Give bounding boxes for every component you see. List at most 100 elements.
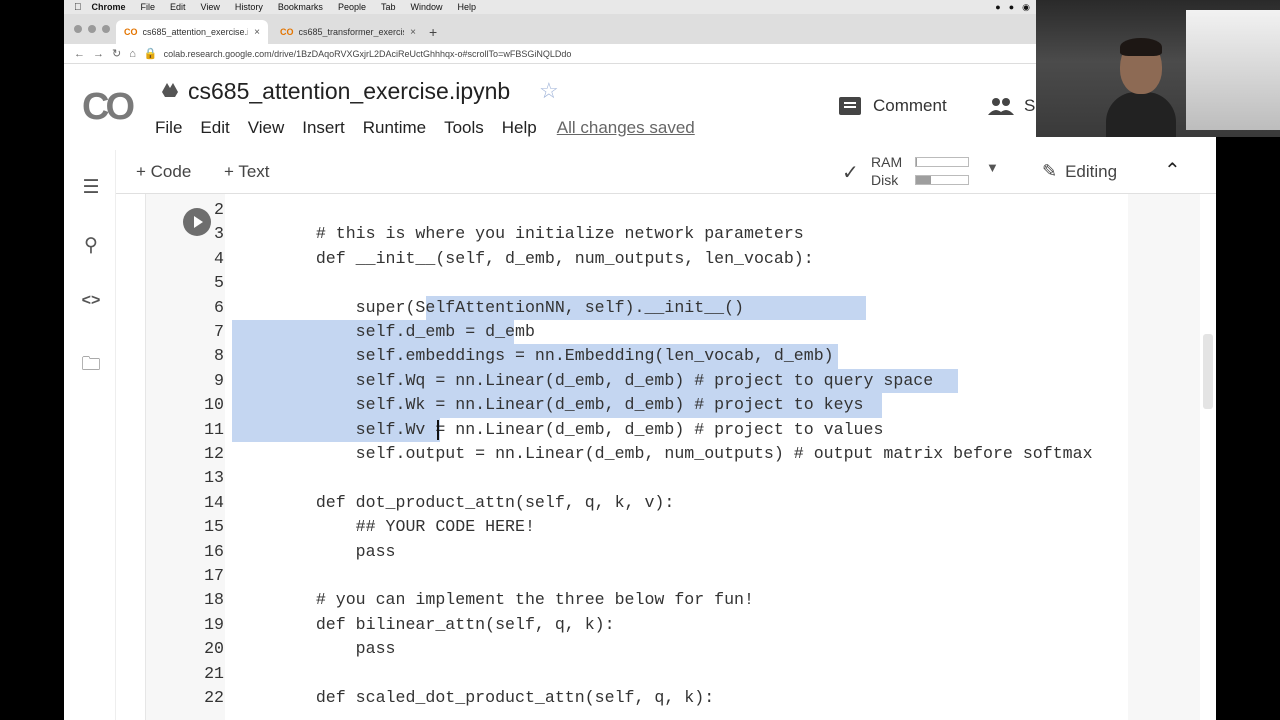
code-line[interactable]: 5 bbox=[116, 271, 1216, 295]
close-window-icon[interactable] bbox=[74, 25, 82, 33]
menu-people[interactable]: People bbox=[338, 2, 366, 12]
code-line[interactable]: 3 # this is where you initialize network… bbox=[116, 222, 1216, 246]
code-line[interactable]: 20 pass bbox=[116, 637, 1216, 661]
forward-icon[interactable]: → bbox=[93, 48, 104, 60]
resources-dropdown-icon[interactable]: ▼ bbox=[986, 160, 999, 175]
code-line[interactable]: 9 self.Wq = nn.Linear(d_emb, d_emb) # pr… bbox=[116, 369, 1216, 393]
menu-file[interactable]: File bbox=[155, 118, 182, 138]
code-snippets-icon[interactable]: <> bbox=[80, 292, 102, 310]
url-field[interactable]: colab.research.google.com/drive/1BzDAqoR… bbox=[164, 49, 572, 59]
share-button[interactable]: S bbox=[988, 96, 1035, 116]
menu-bookmarks[interactable]: Bookmarks bbox=[278, 2, 323, 12]
close-tab-icon[interactable]: × bbox=[254, 27, 260, 38]
code-line[interactable]: 19 def bilinear_attn(self, q, k): bbox=[116, 613, 1216, 637]
webcam-background-window bbox=[1186, 10, 1280, 130]
code-line[interactable]: 6 super(SelfAttentionNN, self).__init__(… bbox=[116, 296, 1216, 320]
home-icon[interactable]: ⌂ bbox=[129, 48, 136, 60]
code-line[interactable]: 22 def scaled_dot_product_attn(self, q, … bbox=[116, 686, 1216, 710]
menu-help[interactable]: Help bbox=[502, 118, 537, 138]
wifi-icon[interactable]: ◉ bbox=[1022, 2, 1030, 13]
close-tab-icon[interactable]: × bbox=[410, 27, 416, 38]
code-line[interactable]: 4 def __init__(self, d_emb, num_outputs,… bbox=[116, 247, 1216, 271]
code-text: pass bbox=[276, 639, 396, 659]
line-number: 12 bbox=[204, 444, 224, 463]
star-icon[interactable]: ☆ bbox=[539, 78, 559, 104]
code-line[interactable]: 21 bbox=[116, 662, 1216, 686]
line-number: 22 bbox=[204, 688, 224, 707]
lock-icon: 🔒 bbox=[143, 48, 158, 60]
line-number: 3 bbox=[214, 224, 224, 244]
tab-transformer-exercise[interactable]: CO cs685_transformer_exercise × bbox=[272, 20, 424, 44]
save-status[interactable]: All changes saved bbox=[557, 118, 695, 138]
code-line[interactable]: 15 ## YOUR CODE HERE! bbox=[116, 515, 1216, 539]
notebook-toolbar: + Code + Text ✓ RAM Disk ▼ ✎ Editing ⌃ bbox=[64, 150, 1216, 194]
code-line[interactable]: 13 bbox=[116, 466, 1216, 490]
code-line[interactable]: 16 pass bbox=[116, 540, 1216, 564]
menu-help[interactable]: Help bbox=[458, 2, 477, 12]
add-code-button[interactable]: + Code bbox=[136, 162, 191, 182]
menu-view[interactable]: View bbox=[248, 118, 285, 138]
line-number: 8 bbox=[214, 346, 224, 366]
new-tab-button[interactable]: + bbox=[429, 24, 437, 40]
zoom-window-icon[interactable] bbox=[102, 25, 110, 33]
menu-chrome[interactable]: Chrome bbox=[92, 2, 126, 12]
editing-mode-button[interactable]: ✎ Editing bbox=[1042, 161, 1117, 182]
menu-tools[interactable]: Tools bbox=[444, 118, 484, 138]
menu-view[interactable]: View bbox=[201, 2, 220, 12]
reload-icon[interactable]: ↻ bbox=[112, 47, 121, 60]
code-line[interactable]: 8 self.embeddings = nn.Embedding(len_voc… bbox=[116, 344, 1216, 368]
line-number: 11 bbox=[204, 419, 224, 439]
menu-edit[interactable]: Edit bbox=[200, 118, 229, 138]
code-text: pass bbox=[276, 541, 396, 561]
notebook-title[interactable]: cs685_attention_exercise.ipynb bbox=[188, 78, 510, 105]
line-number: 19 bbox=[204, 614, 224, 634]
status-icon[interactable]: ● bbox=[995, 2, 1000, 13]
code-line[interactable]: 12 self.output = nn.Linear(d_emb, num_ou… bbox=[116, 442, 1216, 466]
drive-icon[interactable] bbox=[162, 82, 178, 98]
back-icon[interactable]: ← bbox=[74, 48, 85, 60]
code-text: self.Wq = nn.Linear(d_emb, d_emb) # proj… bbox=[276, 370, 934, 390]
minimize-window-icon[interactable] bbox=[88, 25, 96, 33]
code-line[interactable]: 17 bbox=[116, 564, 1216, 588]
apple-icon[interactable]:  bbox=[74, 2, 82, 13]
status-icons: ● ● ◉ bbox=[995, 2, 1030, 13]
tab-attention-exercise[interactable]: CO cs685_attention_exercise.ipynb × bbox=[116, 20, 268, 44]
line-number: 14 bbox=[204, 492, 224, 512]
menu-runtime[interactable]: Runtime bbox=[363, 118, 426, 138]
code-line[interactable]: 11 self.Wv = nn.Linear(d_emb, d_emb) # p… bbox=[116, 418, 1216, 442]
webcam-overlay bbox=[1036, 0, 1280, 137]
colab-menu: File Edit View Insert Runtime Tools Help… bbox=[155, 118, 713, 138]
code-line[interactable]: 7 self.d_emb = d_emb bbox=[116, 320, 1216, 344]
menu-window[interactable]: Window bbox=[410, 2, 442, 12]
disk-bar[interactable] bbox=[915, 175, 969, 185]
code-text: def scaled_dot_product_attn(self, q, k): bbox=[276, 688, 715, 707]
share-label: S bbox=[1024, 96, 1036, 115]
comment-button[interactable]: Comment bbox=[839, 96, 947, 116]
files-icon[interactable]: 🗀 bbox=[80, 350, 102, 382]
status-icon[interactable]: ● bbox=[1009, 2, 1014, 13]
search-icon[interactable]: ⚲ bbox=[80, 234, 102, 257]
code-line[interactable]: 14 def dot_product_attn(self, q, k, v): bbox=[116, 491, 1216, 515]
menu-file[interactable]: File bbox=[141, 2, 156, 12]
line-number: 2 bbox=[214, 200, 224, 219]
code-line[interactable]: 2 bbox=[116, 198, 1216, 222]
notebook-main: 2 3 # this is where you initialize networ… bbox=[116, 194, 1216, 720]
line-number: 5 bbox=[214, 273, 224, 293]
ram-bar[interactable] bbox=[915, 157, 969, 167]
menu-edit[interactable]: Edit bbox=[170, 2, 186, 12]
colab-logo[interactable]: CO bbox=[82, 86, 135, 129]
comment-label: Comment bbox=[873, 96, 947, 115]
table-of-contents-icon[interactable]: ☰ bbox=[80, 176, 102, 199]
disk-label: Disk bbox=[871, 172, 899, 188]
add-text-button[interactable]: + Text bbox=[224, 162, 270, 182]
code-line[interactable]: 18 # you can implement the three below f… bbox=[116, 588, 1216, 612]
menu-insert[interactable]: Insert bbox=[302, 118, 345, 138]
code-line[interactable]: 10 self.Wk = nn.Linear(d_emb, d_emb) # p… bbox=[116, 393, 1216, 417]
menu-history[interactable]: History bbox=[235, 2, 263, 12]
line-number: 4 bbox=[214, 248, 224, 268]
menu-tab[interactable]: Tab bbox=[381, 2, 396, 12]
scrollbar-thumb[interactable] bbox=[1203, 334, 1213, 409]
scrollbar[interactable] bbox=[1200, 194, 1216, 720]
collapse-header-icon[interactable]: ⌃ bbox=[1164, 158, 1181, 183]
line-number: 15 bbox=[204, 517, 224, 537]
